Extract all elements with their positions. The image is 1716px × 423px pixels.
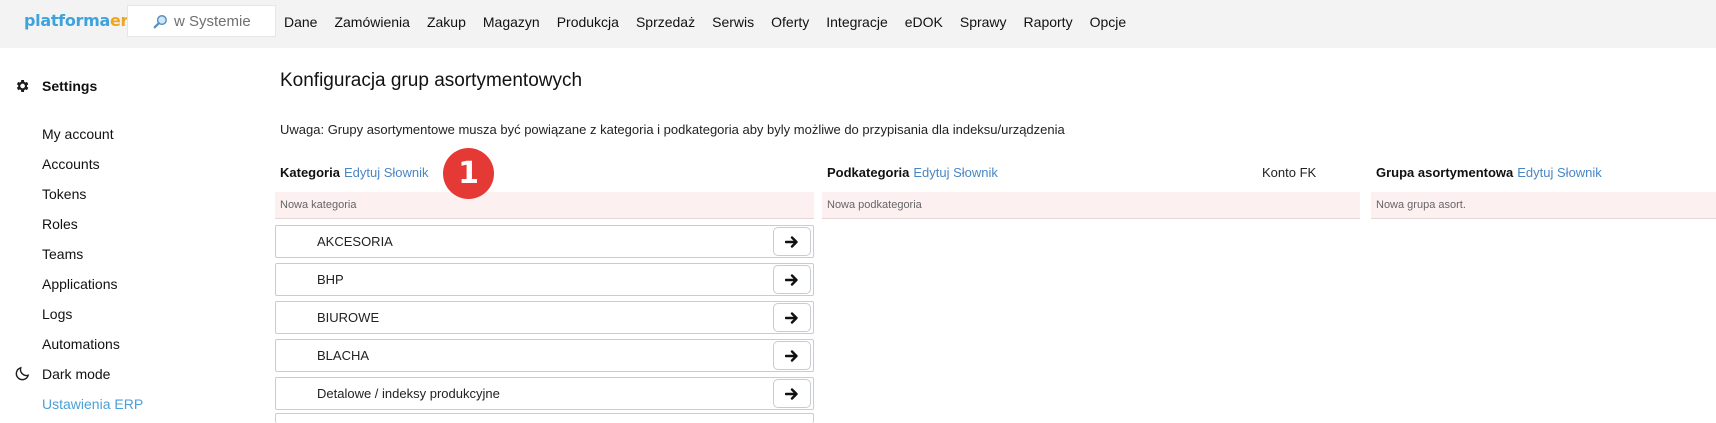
settings-heading: Settings [14,78,97,94]
subcategory-header: Podkategoria Edytuj Słownik [827,165,998,180]
menu-item-oferty[interactable]: Oferty [771,14,809,30]
sidebar-item-teams[interactable]: Teams [42,246,83,262]
sidebar-item-tokens[interactable]: Tokens [42,186,86,202]
category-row[interactable]: BIUROWE [275,301,814,334]
open-category-button[interactable] [773,341,811,370]
konto-fk-header: Konto FK [1262,165,1317,180]
new-group-input[interactable] [1371,192,1716,219]
moon-icon [15,366,30,381]
open-category-button[interactable] [773,303,811,332]
gear-icon [16,80,29,92]
sidebar-item-roles[interactable]: Roles [42,216,78,232]
sidebar-item-automations[interactable]: Automations [42,336,120,352]
menu-item-produkcja[interactable]: Produkcja [557,14,619,30]
arrow-right-icon [785,311,798,324]
arrow-right-icon [785,349,798,362]
sidebar-item-logs[interactable]: Logs [42,306,72,322]
open-category-button[interactable] [773,265,811,294]
arrow-right-icon [785,235,798,248]
global-search[interactable] [127,5,276,37]
menu-item-zakup[interactable]: Zakup [427,14,466,30]
arrow-right-icon [785,273,798,286]
page-note: Uwaga: Grupy asortymentowe musza być pow… [280,122,1065,137]
category-row[interactable]: AKCESORIA [275,225,814,258]
open-category-button[interactable] [773,227,811,256]
category-row[interactable]: BLACHA [275,339,814,372]
group-header: Grupa asortymentowa Edytuj Słownik [1376,165,1602,180]
menu-item-edok[interactable]: eDOK [905,14,943,30]
edit-group-dictionary-link[interactable]: Edytuj Słownik [1517,165,1602,180]
category-row[interactable]: BHP [275,263,814,296]
menu-item-serwis[interactable]: Serwis [712,14,754,30]
menu-item-dane[interactable]: Dane [284,14,317,30]
sidebar-item-my-account[interactable]: My account [42,126,114,142]
arrow-right-icon [785,387,798,400]
main-menu: Dane Zamówienia Zakup Magazyn Produkcja … [284,0,1143,44]
top-bar: platformaerp Dane Zamówienia Zakup Magaz… [0,0,1716,48]
menu-item-integracje[interactable]: Integracje [826,14,887,30]
edit-category-dictionary-link[interactable]: Edytuj Słownik [344,165,429,180]
magnifier-icon [153,14,167,28]
settings-sidebar: Settings My account Accounts Tokens Role… [0,48,270,416]
menu-item-sprzedaz[interactable]: Sprzedaż [636,14,695,30]
category-row[interactable]: Detalowe / indeksy produkcyjne [275,377,814,410]
search-input[interactable] [174,12,274,30]
logo[interactable]: platformaerp [24,11,140,30]
sidebar-item-accounts[interactable]: Accounts [42,156,100,172]
category-header: Kategoria Edytuj Słownik [280,165,429,180]
sidebar-item-applications[interactable]: Applications [42,276,118,292]
sidebar-item-ustawienia-erp[interactable]: Ustawienia ERP [42,396,143,412]
main-content: Konfiguracja grup asortymentowych Uwaga:… [275,48,1716,423]
category-row-partial[interactable] [275,413,814,423]
menu-item-raporty[interactable]: Raporty [1024,14,1073,30]
new-category-input[interactable] [275,192,814,219]
page-title: Konfiguracja grup asortymentowych [280,70,583,91]
menu-item-zamowienia[interactable]: Zamówienia [334,14,409,30]
menu-item-opcje[interactable]: Opcje [1090,14,1127,30]
dark-mode-toggle[interactable]: Dark mode [14,365,110,382]
open-category-button[interactable] [773,379,811,408]
edit-subcategory-dictionary-link[interactable]: Edytuj Słownik [913,165,998,180]
menu-item-sprawy[interactable]: Sprawy [960,14,1007,30]
step-number-badge: 1 [443,148,494,199]
new-subcategory-input[interactable] [822,192,1360,219]
menu-item-magazyn[interactable]: Magazyn [483,14,540,30]
